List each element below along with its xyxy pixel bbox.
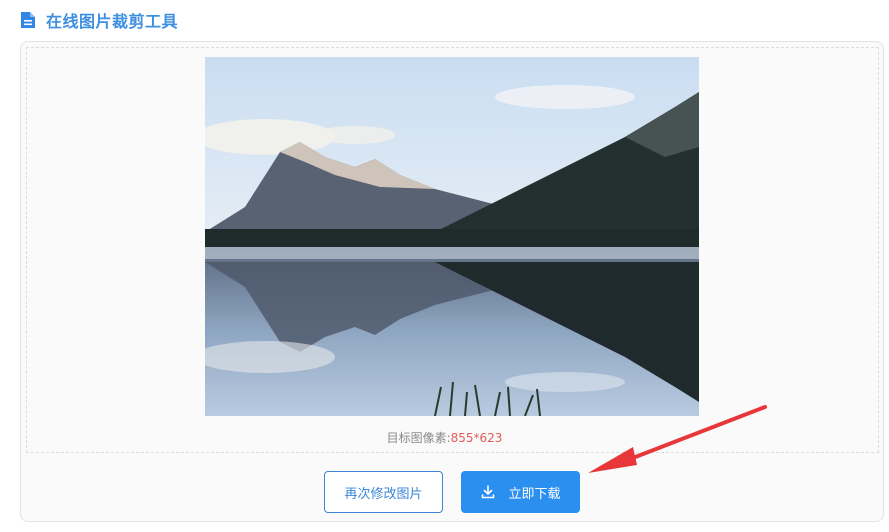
download-button[interactable]: 立即下载 — [461, 471, 580, 513]
page-header: 在线图片裁剪工具 — [20, 8, 178, 32]
target-pixels-label: 目标图像素: — [386, 431, 451, 445]
download-label: 立即下载 — [508, 486, 561, 502]
document-icon — [20, 11, 36, 29]
download-icon — [480, 484, 496, 500]
page-title: 在线图片裁剪工具 — [46, 12, 179, 31]
modify-image-label: 再次修改图片 — [344, 486, 423, 502]
target-pixels-value: 855*623 — [450, 431, 503, 445]
cropped-image-preview — [205, 57, 699, 416]
modify-image-button[interactable]: 再次修改图片 — [324, 471, 443, 513]
red-arrow-annotation — [585, 405, 770, 480]
